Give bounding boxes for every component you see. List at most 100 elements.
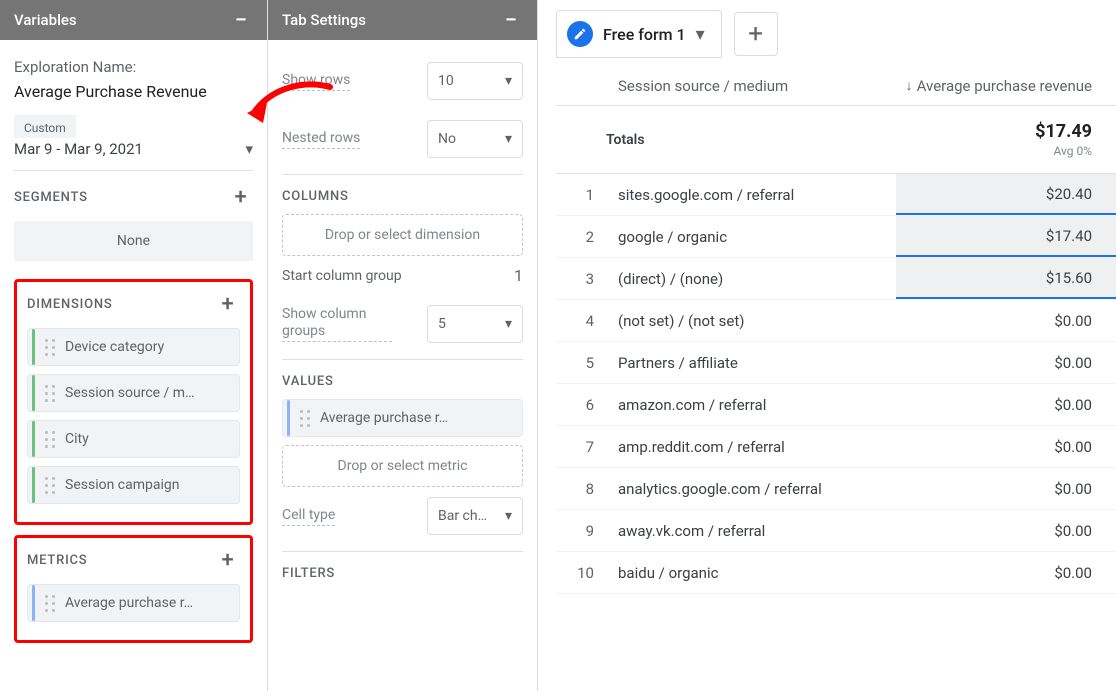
table-row[interactable]: 9away.vk.com / referral$0.00 — [556, 510, 1116, 552]
drag-handle-icon[interactable] — [43, 383, 57, 403]
sort-descending-icon: ↓ — [906, 77, 913, 94]
cell-type-row: Cell type Bar ch… ▾ — [282, 487, 523, 545]
row-dimension-value: (not set) / (not set) — [606, 312, 896, 330]
start-column-group-value[interactable]: 1 — [514, 266, 523, 285]
add-segment-button[interactable]: + — [229, 185, 253, 209]
caret-down-icon: ▾ — [245, 140, 253, 158]
data-rows: 1sites.google.com / referral$20.402googl… — [556, 174, 1116, 594]
row-metric-value: $17.40 — [896, 216, 1116, 257]
dimension-pill[interactable]: Session source / m… — [27, 374, 240, 412]
annotation-dimensions-box: DIMENSIONS + Device category Session sour… — [14, 279, 253, 525]
report-tab[interactable]: Free form 1 ▾ — [556, 10, 722, 58]
drag-handle-icon[interactable] — [43, 475, 57, 495]
row-dimension-value: baidu / organic — [606, 564, 896, 582]
row-metric-value: $0.00 — [896, 300, 1116, 341]
dimension-pill[interactable]: Device category — [27, 328, 240, 366]
row-index: 4 — [556, 312, 606, 330]
cell-type-label: Cell type — [282, 507, 335, 526]
nested-rows-select[interactable]: No ▾ — [427, 120, 523, 158]
dimension-pill[interactable]: Session campaign — [27, 466, 240, 504]
row-metric-value: $0.00 — [896, 552, 1116, 593]
table-row[interactable]: 7amp.reddit.com / referral$0.00 — [556, 426, 1116, 468]
dimension-pill-label: Session campaign — [65, 477, 179, 493]
pencil-icon[interactable] — [567, 21, 593, 47]
add-dimension-button[interactable]: + — [216, 292, 240, 316]
table-row[interactable]: 10baidu / organic$0.00 — [556, 552, 1116, 594]
drag-handle-icon[interactable] — [43, 429, 57, 449]
row-index: 8 — [556, 480, 606, 498]
exploration-name-value[interactable]: Average Purchase Revenue — [14, 82, 253, 101]
table-row[interactable]: 1sites.google.com / referral$20.40 — [556, 174, 1116, 216]
nested-rows-value: No — [438, 131, 456, 147]
dimensions-section-header: DIMENSIONS + — [27, 292, 240, 316]
table-row[interactable]: 5Partners / affiliate$0.00 — [556, 342, 1116, 384]
row-dimension-value: Partners / affiliate — [606, 354, 896, 372]
segments-section-header: SEGMENTS + — [14, 185, 253, 209]
segments-none[interactable]: None — [14, 221, 253, 261]
minimize-variables-button[interactable]: − — [229, 8, 253, 32]
values-drop-zone[interactable]: Drop or select metric — [282, 445, 523, 487]
row-dimension-value: analytics.google.com / referral — [606, 480, 896, 498]
drag-handle-icon[interactable] — [43, 593, 57, 613]
row-index: 9 — [556, 522, 606, 540]
dimension-pill[interactable]: City — [27, 420, 240, 458]
metric-pill[interactable]: Average purchase r… — [27, 584, 240, 622]
row-index: 5 — [556, 354, 606, 372]
values-title: VALUES — [282, 374, 523, 389]
row-metric-value: $0.00 — [896, 426, 1116, 467]
dimensions-list: Device category Session source / m… City Se… — [27, 328, 240, 504]
show-column-groups-label: Show column groups — [282, 306, 392, 343]
caret-down-icon: ▾ — [505, 131, 512, 147]
caret-down-icon: ▾ — [505, 508, 512, 524]
totals-row: Totals $17.49 Avg 0% — [556, 106, 1116, 174]
totals-sub: Avg 0% — [1053, 144, 1092, 158]
report-tab-bar: Free form 1 ▾ + — [556, 10, 1116, 58]
columns-drop-zone[interactable]: Drop or select dimension — [282, 214, 523, 256]
variables-panel: Variables − Exploration Name: Average Pu… — [0, 0, 268, 691]
row-dimension-value: amp.reddit.com / referral — [606, 438, 896, 456]
minimize-tab-settings-button[interactable]: − — [499, 8, 523, 32]
table-row[interactable]: 4(not set) / (not set)$0.00 — [556, 300, 1116, 342]
segments-title: SEGMENTS — [14, 190, 88, 205]
show-column-groups-value: 5 — [438, 316, 446, 332]
dimension-pill-label: City — [65, 431, 89, 447]
start-column-group-row: Start column group 1 — [282, 256, 523, 295]
table-row[interactable]: 8analytics.google.com / referral$0.00 — [556, 468, 1116, 510]
drag-handle-icon[interactable] — [43, 337, 57, 357]
row-index: 2 — [556, 228, 606, 246]
show-rows-label: Show rows — [282, 72, 350, 91]
table-header-row: Session source / medium ↓ Average purcha… — [556, 66, 1116, 106]
dimensions-title: DIMENSIONS — [27, 297, 113, 312]
nested-rows-row: Nested rows No ▾ — [282, 110, 523, 168]
cell-type-select[interactable]: Bar ch… ▾ — [427, 497, 523, 535]
divider — [282, 551, 523, 552]
report-panel: Free form 1 ▾ + Session source / medium … — [538, 0, 1116, 691]
tab-settings-panel: Tab Settings − Show rows 10 ▾ Nested row… — [268, 0, 538, 691]
tab-settings-title: Tab Settings — [282, 11, 366, 29]
add-tab-button[interactable]: + — [734, 12, 778, 56]
row-metric-value: $15.60 — [896, 258, 1116, 299]
table-row[interactable]: 2google / organic$17.40 — [556, 216, 1116, 258]
tab-settings-header: Tab Settings − — [268, 0, 537, 40]
header-metric[interactable]: ↓ Average purchase revenue — [896, 77, 1116, 95]
table-row[interactable]: 6amazon.com / referral$0.00 — [556, 384, 1116, 426]
header-dimension[interactable]: Session source / medium — [606, 77, 896, 95]
drag-handle-icon[interactable] — [298, 408, 312, 428]
variables-header: Variables − — [0, 0, 267, 40]
row-dimension-value: (direct) / (none) — [606, 270, 896, 288]
report-tab-name: Free form 1 — [603, 25, 686, 44]
add-metric-button[interactable]: + — [216, 548, 240, 572]
show-column-groups-select[interactable]: 5 ▾ — [427, 305, 523, 343]
row-dimension-value: sites.google.com / referral — [606, 186, 896, 204]
row-dimension-value: amazon.com / referral — [606, 396, 896, 414]
row-index: 1 — [556, 186, 606, 204]
show-rows-row: Show rows 10 ▾ — [282, 52, 523, 110]
values-pill[interactable]: Average purchase r… — [282, 399, 523, 437]
row-dimension-value: away.vk.com / referral — [606, 522, 896, 540]
annotation-metrics-box: METRICS + Average purchase r… — [14, 535, 253, 643]
caret-down-icon[interactable]: ▾ — [696, 24, 705, 45]
date-range-selector[interactable]: Mar 9 - Mar 9, 2021 ▾ — [14, 138, 253, 171]
divider — [282, 174, 523, 175]
show-rows-select[interactable]: 10 ▾ — [427, 62, 523, 100]
table-row[interactable]: 3(direct) / (none)$15.60 — [556, 258, 1116, 300]
